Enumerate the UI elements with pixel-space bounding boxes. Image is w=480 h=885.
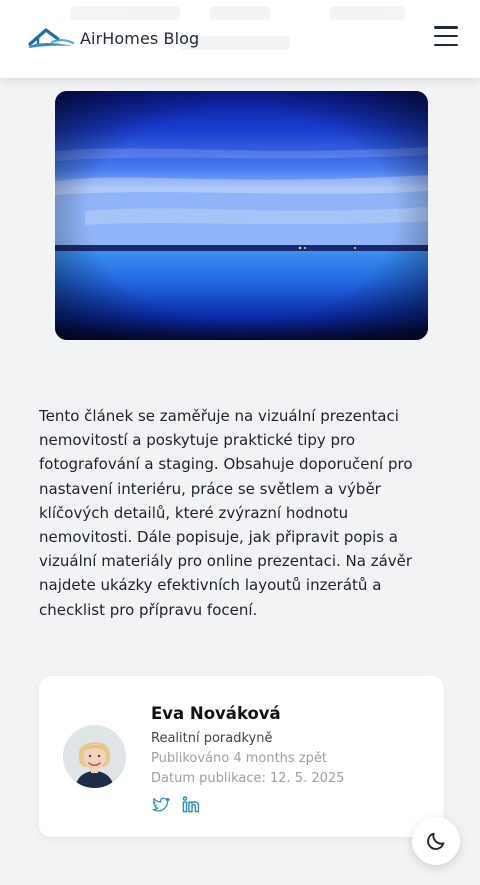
linkedin-icon[interactable] (181, 795, 200, 814)
author-socials (151, 795, 200, 814)
author-portrait (63, 725, 126, 788)
author-role: Realitní poradkyně (151, 731, 273, 746)
moon-icon (427, 832, 445, 850)
brand-name: AirHomes Blog (80, 28, 200, 48)
lake-at-dusk-photo (55, 91, 428, 340)
twitter-icon[interactable] (151, 795, 170, 814)
theme-toggle-button[interactable] (412, 817, 460, 865)
author-name: Eva Nováková (151, 704, 281, 723)
brand-logo-link[interactable]: AirHomes Blog (28, 24, 199, 52)
site-header: AirHomes Blog (0, 0, 480, 78)
house-roof-logo-icon (28, 28, 74, 48)
hamburger-menu-icon[interactable] (432, 24, 460, 48)
avatar (63, 725, 126, 788)
hero-image (55, 91, 428, 340)
published-relative: Publikováno 4 months zpět (151, 751, 328, 766)
author-card: Eva Nováková Realitní poradkyně Publikov… (39, 676, 444, 837)
published-date: Datum publikace: 12. 5. 2025 (151, 771, 345, 786)
article-summary: Tento článek se zaměřuje na vizuální pre… (39, 407, 413, 619)
